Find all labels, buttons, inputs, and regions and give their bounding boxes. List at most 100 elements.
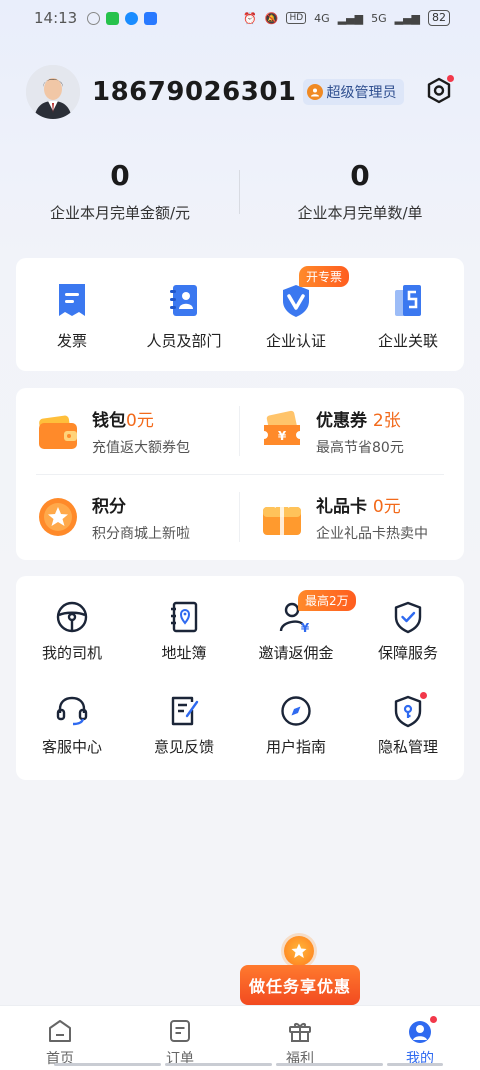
points-entry[interactable]: 积分 积分商城上新啦 (16, 474, 236, 560)
feedback-button[interactable]: 意见反馈 (128, 694, 240, 757)
home-indicator (276, 1063, 383, 1066)
home-indicator (54, 1063, 161, 1066)
alarm-icon: ⏰ (243, 11, 257, 25)
shield-icon (394, 601, 422, 634)
home-indicator (165, 1063, 272, 1066)
signal-icon: ▂▄▆ (337, 11, 364, 25)
wallet-entry[interactable]: 钱包0元 充值返大额券包 (16, 388, 236, 474)
invoice-button[interactable]: 发票 (16, 258, 128, 371)
tab-home[interactable]: 首页 (0, 1006, 120, 1070)
service-label: 用户指南 (265, 738, 326, 756)
mute-icon: 🔕 (264, 11, 279, 25)
my-driver-button[interactable]: 我的司机 (16, 600, 128, 663)
stat-count[interactable]: 0 企业本月完单数/单 (240, 156, 480, 226)
verify-icon (283, 285, 309, 317)
staff-department-button[interactable]: 人员及部门 (128, 258, 240, 371)
assets-card: 钱包0元 充值返大额券包 ¥ 优惠券 2张 最高节省80元 积分 积分商城上新啦 (16, 388, 464, 560)
home-icon (49, 1020, 71, 1042)
giftcard-title: 礼品卡 (316, 496, 367, 517)
notification-app-icon (87, 11, 101, 25)
protection-service-button[interactable]: 保障服务 (352, 600, 464, 663)
role-label: 超级管理员 (326, 85, 397, 101)
notification-icons (87, 11, 158, 25)
address-book-icon (171, 601, 198, 633)
task-promo-button[interactable]: 做任务享优惠 (240, 965, 360, 1005)
address-book-button[interactable]: 地址簿 (128, 600, 240, 663)
service-label: 隐私管理 (377, 738, 438, 756)
order-icon (170, 1020, 190, 1042)
profile-header: 18679026301 超级管理员 (26, 64, 466, 120)
service-label: 客服中心 (41, 738, 102, 756)
service-label: 意见反馈 (153, 738, 214, 756)
coupon-count: 2张 (372, 410, 401, 431)
service-label: 我的司机 (41, 644, 102, 662)
coupon-subtitle: 最高节省80元 (316, 439, 404, 456)
status-time: 14:13 (34, 9, 78, 27)
tab-mine[interactable]: 我的 (360, 1006, 480, 1070)
coupon-title: 优惠券 (316, 410, 367, 431)
staff-icon (170, 285, 197, 316)
steering-wheel-icon (56, 601, 88, 633)
role-badge: 超级管理员 (302, 79, 404, 105)
compass-icon (281, 696, 311, 726)
wallet-title: 钱包 (92, 410, 126, 431)
stat-label: 企业本月完单金额/元 (49, 204, 191, 222)
settings-badge-dot (447, 75, 454, 82)
signal-icon-2: ▂▄▆ (394, 11, 420, 25)
customer-service-button[interactable]: 客服中心 (16, 694, 128, 757)
action-label: 企业认证 (265, 332, 326, 350)
battery-indicator: 82 (428, 10, 450, 26)
invite-commission-button[interactable]: 最高2万 ¥ 邀请返佣金 (240, 590, 356, 663)
stat-amount[interactable]: 0 企业本月完单金额/元 (0, 156, 240, 226)
services-card: 我的司机 地址簿 最高2万 ¥ 邀请返佣金 保障服务 客服中心 意见反馈 用户指… (16, 576, 464, 780)
navigation-app-icon (144, 11, 158, 25)
points-subtitle: 积分商城上新啦 (92, 525, 190, 542)
service-label: 地址簿 (161, 644, 207, 662)
feedback-icon (171, 696, 199, 726)
promo-star-icon (284, 936, 314, 966)
home-indicator (387, 1063, 443, 1066)
settings-button[interactable] (422, 74, 456, 108)
giftcard-balance: 0元 (372, 496, 401, 517)
enterprise-verify-button[interactable]: 开专票 企业认证 (240, 258, 352, 371)
coupon-entry[interactable]: ¥ 优惠券 2张 最高节省80元 (240, 388, 460, 474)
giftcard-entry[interactable]: 礼品卡 0元 企业礼品卡热卖中 (240, 474, 460, 560)
profile-icon (409, 1021, 431, 1043)
wallet-balance: 0元 (126, 410, 154, 431)
wallet-subtitle: 充值返大额券包 (92, 439, 190, 456)
points-icon (39, 498, 77, 536)
divider (239, 170, 240, 214)
browser-app-icon (125, 11, 139, 25)
action-label: 发票 (56, 332, 87, 350)
status-bar: 14:13 ⏰ 🔕 HD 4G ▂▄▆ 5G ▂▄▆ 82 (0, 0, 480, 36)
enterprise-link-button[interactable]: 企业关联 (352, 258, 464, 371)
svg-text:¥: ¥ (301, 621, 310, 634)
privacy-management-button[interactable]: 隐私管理 (352, 692, 464, 757)
network-label-2: 5G (371, 11, 387, 25)
action-label: 企业关联 (377, 332, 438, 350)
video-app-icon (106, 11, 120, 25)
coupon-icon: ¥ (264, 410, 300, 445)
stat-label: 企业本月完单数/单 (297, 204, 423, 222)
service-label: 保障服务 (377, 644, 438, 662)
network-label: 4G (314, 11, 330, 25)
privacy-badge-dot (420, 692, 427, 699)
privacy-icon (394, 695, 422, 728)
giftcard-icon (263, 500, 301, 535)
mine-badge-dot (430, 1016, 437, 1023)
headset-icon (56, 696, 88, 726)
wallet-icon (39, 415, 77, 449)
special-invoice-tag: 开专票 (299, 266, 350, 287)
link-company-icon (395, 285, 421, 316)
stat-value: 0 (110, 159, 130, 192)
svg-text:¥: ¥ (278, 429, 287, 443)
service-label: 邀请返佣金 (258, 644, 334, 662)
invite-tag: 最高2万 (298, 590, 356, 611)
monthly-stats: 0 企业本月完单金额/元 0 企业本月完单数/单 (0, 156, 480, 226)
enterprise-actions-card: 发票 人员及部门 开专票 企业认证 企业关联 (16, 258, 464, 371)
giftcard-subtitle: 企业礼品卡热卖中 (316, 525, 428, 542)
tab-orders[interactable]: 订单 (120, 1006, 240, 1070)
tab-benefits[interactable]: 福利 (240, 1006, 360, 1070)
user-guide-button[interactable]: 用户指南 (240, 694, 352, 757)
avatar[interactable] (26, 65, 80, 119)
